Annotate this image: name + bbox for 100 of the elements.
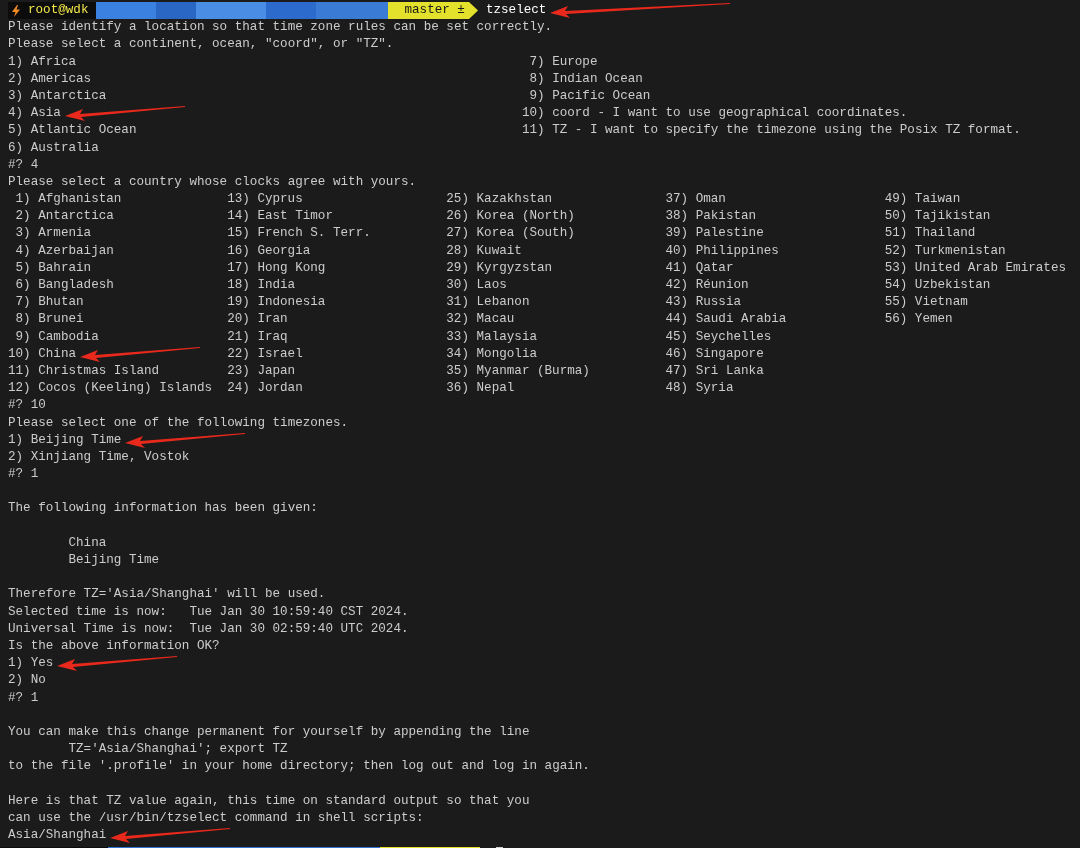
menu-option: 9) Pacific Ocean [521,88,651,103]
terminal-line: can use the /usr/bin/tzselect command in shell scripts: [8,810,424,825]
terminal-line: 1) Beijing Time [8,432,122,447]
menu-option: 17) Hong Kong [227,260,326,275]
menu-option: 15) French S. Terr. [227,226,371,241]
menu-option: 41) Qatar [665,260,734,275]
menu-option: 56) Yemen [884,312,953,327]
terminal-line: #? 1 [8,690,39,705]
menu-option: 4) Asia [8,106,61,121]
menu-option: 19) Indonesia [227,295,326,310]
menu-option: 33) Malaysia [446,329,537,344]
menu-option: 14) East Timor [227,209,333,224]
menu-option: 8) Brunei [8,312,84,327]
menu-option: 2) Antarctica [8,209,114,224]
menu-option: 5) Bahrain [8,260,92,275]
menu-option: 2) Americas [8,71,92,86]
menu-option: 50) Tajikistan [884,209,991,224]
menu-option: 28) Kuwait [446,243,522,258]
menu-option: 31) Lebanon [446,295,530,310]
terminal-line: Beijing Time [67,553,160,567]
terminal-line: TZ='Asia/Shanghai'; export TZ [67,742,288,757]
menu-option: 30) Laos [446,278,507,292]
branch-name: master ± [404,2,465,19]
arrow-icon [57,656,178,672]
arrow-icon [80,346,201,362]
menu-option: 23) Japan [227,363,296,378]
menu-option: 7) Bhutan [8,295,84,310]
menu-option: 40) Philippines [665,243,779,258]
lightning-icon [12,4,20,17]
menu-option: 1) Afghanistan [8,192,122,207]
menu-option: 44) Saudi Arabia [665,312,787,327]
menu-option: 20) Iran [227,312,288,327]
menu-option: 53) United Arab Emirates [884,260,1066,275]
terminal-line: 1) Yes [8,656,54,671]
command-text: tzselect [485,3,547,17]
menu-option: 42) Réunion [665,278,749,292]
terminal-line: Is the above information OK? [8,638,220,653]
terminal-line: 2) No [8,673,46,688]
menu-option: 7) Europe [521,54,598,69]
menu-option: 54) Uzbekistan [884,278,991,292]
arrow-icon [64,106,185,122]
terminal-line: The following information has been given: [8,501,318,516]
menu-option: 47) Sri Lanka [665,363,764,378]
arrow-icon [110,828,231,843]
terminal-line: 2) Xinjiang Time, Vostok [8,449,190,464]
menu-option: 38) Pakistan [665,209,757,224]
menu-option: 3) Armenia [8,226,92,241]
arrow-icon [125,432,246,448]
menu-option: 52) Turkmenistan [884,243,1006,258]
terminal-line: #? 10 [8,398,46,413]
menu-option: 45) Seychelles [665,329,772,344]
menu-option: 34) Mongolia [446,346,537,361]
menu-option: 32) Macau [446,312,515,327]
menu-option: 11) Christmas Island [8,363,160,378]
menu-option: 22) Israel [227,346,303,361]
menu-option: 43) Russia [665,295,742,310]
terminal-line: #? 1 [8,467,39,482]
menu-option: 36) Nepal [446,381,515,396]
menu-option: 6) Australia [8,140,99,155]
menu-option: 26) Korea (North) [446,209,575,224]
terminal-line: Selected time is now: Tue Jan 30 10:59:40 CST 2024. [8,604,409,619]
menu-option: 39) Palestine [665,226,764,241]
menu-option: 48) Syria [665,381,734,396]
menu-option: 29) Kyrgyzstan [446,260,553,275]
menu-option: 9) Cambodia [8,329,99,344]
menu-option: 55) Vietnam [884,295,968,310]
terminal-line: Here is that TZ value again, this time on standard output so that you [8,793,530,808]
menu-option: 5) Atlantic Ocean [8,123,137,138]
terminal-line: Please select one of the following timezones. [8,415,349,430]
terminal-line: to the file '.profile' in your home directory; then log out and log in again. [8,759,590,774]
menu-option: 49) Taiwan [884,192,961,207]
prompt-user: root@wdk [28,2,89,19]
menu-option: 8) Indian Ocean [521,71,643,86]
terminal-line: Asia/Shanghai [8,828,107,842]
menu-option: 37) Oman [665,192,726,207]
menu-option: 18) India [227,278,296,292]
menu-option: 51) Thailand [884,226,976,241]
terminal-line: You can make this change permanent for yourself by appending the line [8,724,530,739]
arrow-icon [550,3,731,18]
menu-option: 11) TZ - I want to specify the timezone using the Posix TZ format. [521,123,1021,138]
menu-option: 21) Iraq [227,329,288,344]
terminal-line: #? 4 [8,157,39,172]
terminal-line: Universal Time is now: Tue Jan 30 02:59:40 UTC 2024. [8,621,409,636]
terminal-line: Please select a continent, ocean, "coord", or "TZ". [8,37,394,52]
menu-option: 4) Azerbaijan [8,243,114,258]
menu-option: 1) Africa [8,54,77,69]
menu-option: 27) Korea (South) [446,226,575,241]
menu-option: 3) Antarctica [8,88,107,103]
terminal-line: Therefore TZ='Asia/Shanghai' will be used. [8,587,326,602]
terminal-line: Please select a country whose clocks agree with yours. [8,174,417,189]
menu-option: 10) China [8,346,77,361]
menu-option: 35) Myanmar (Burma) [446,363,590,378]
terminal-line: China [67,535,107,550]
menu-option: 25) Kazakhstan [446,192,553,207]
menu-option: 13) Cyprus [227,192,303,207]
menu-option: 6) Bangladesh [8,278,114,292]
terminal-line: Please identify a location so that time zone rules can be set correctly. [8,20,553,35]
menu-option: 12) Cocos (Keeling) Islands [8,381,213,396]
menu-option: 16) Georgia [227,243,311,258]
menu-option: 46) Singapore [665,346,764,361]
